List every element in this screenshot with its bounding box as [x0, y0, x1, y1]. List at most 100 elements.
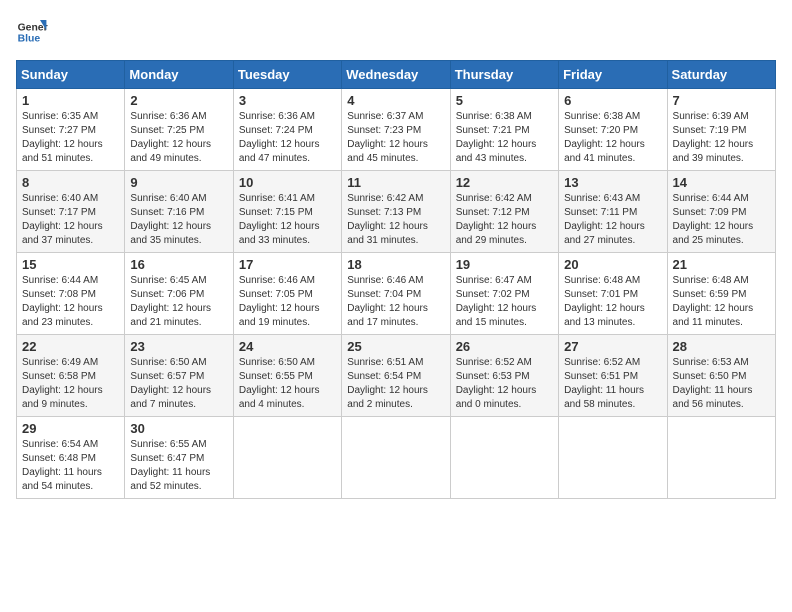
day-info: Sunrise: 6:50 AM Sunset: 6:57 PM Dayligh… — [130, 356, 227, 412]
day-info: Sunrise: 6:42 AM Sunset: 7:13 PM Dayligh… — [347, 192, 444, 248]
day-info: Sunrise: 6:49 AM Sunset: 6:58 PM Dayligh… — [22, 356, 119, 412]
day-number: 23 — [130, 339, 227, 354]
day-info: Sunrise: 6:39 AM Sunset: 7:19 PM Dayligh… — [673, 110, 770, 166]
day-info: Sunrise: 6:47 AM Sunset: 7:02 PM Dayligh… — [456, 274, 553, 330]
calendar-cell: 3 Sunrise: 6:36 AM Sunset: 7:24 PM Dayli… — [233, 89, 341, 171]
calendar-row: 22 Sunrise: 6:49 AM Sunset: 6:58 PM Dayl… — [17, 335, 776, 417]
day-number: 28 — [673, 339, 770, 354]
calendar-cell: 8 Sunrise: 6:40 AM Sunset: 7:17 PM Dayli… — [17, 171, 125, 253]
day-info: Sunrise: 6:46 AM Sunset: 7:05 PM Dayligh… — [239, 274, 336, 330]
calendar-cell: 27 Sunrise: 6:52 AM Sunset: 6:51 PM Dayl… — [559, 335, 667, 417]
weekday-header-cell: Friday — [559, 61, 667, 89]
day-info: Sunrise: 6:54 AM Sunset: 6:48 PM Dayligh… — [22, 438, 119, 494]
day-number: 19 — [456, 257, 553, 272]
calendar-cell: 28 Sunrise: 6:53 AM Sunset: 6:50 PM Dayl… — [667, 335, 775, 417]
day-number: 12 — [456, 175, 553, 190]
day-info: Sunrise: 6:41 AM Sunset: 7:15 PM Dayligh… — [239, 192, 336, 248]
day-number: 24 — [239, 339, 336, 354]
day-number: 20 — [564, 257, 661, 272]
calendar-cell: 12 Sunrise: 6:42 AM Sunset: 7:12 PM Dayl… — [450, 171, 558, 253]
calendar-cell — [559, 417, 667, 499]
day-number: 18 — [347, 257, 444, 272]
calendar-row: 1 Sunrise: 6:35 AM Sunset: 7:27 PM Dayli… — [17, 89, 776, 171]
day-info: Sunrise: 6:48 AM Sunset: 7:01 PM Dayligh… — [564, 274, 661, 330]
calendar-cell: 14 Sunrise: 6:44 AM Sunset: 7:09 PM Dayl… — [667, 171, 775, 253]
day-info: Sunrise: 6:35 AM Sunset: 7:27 PM Dayligh… — [22, 110, 119, 166]
weekday-header-cell: Tuesday — [233, 61, 341, 89]
day-info: Sunrise: 6:55 AM Sunset: 6:47 PM Dayligh… — [130, 438, 227, 494]
day-number: 1 — [22, 93, 119, 108]
day-number: 10 — [239, 175, 336, 190]
calendar-cell: 6 Sunrise: 6:38 AM Sunset: 7:20 PM Dayli… — [559, 89, 667, 171]
day-number: 21 — [673, 257, 770, 272]
day-info: Sunrise: 6:51 AM Sunset: 6:54 PM Dayligh… — [347, 356, 444, 412]
day-info: Sunrise: 6:38 AM Sunset: 7:20 PM Dayligh… — [564, 110, 661, 166]
calendar-cell — [233, 417, 341, 499]
calendar-cell: 18 Sunrise: 6:46 AM Sunset: 7:04 PM Dayl… — [342, 253, 450, 335]
day-number: 9 — [130, 175, 227, 190]
day-info: Sunrise: 6:46 AM Sunset: 7:04 PM Dayligh… — [347, 274, 444, 330]
calendar-table: SundayMondayTuesdayWednesdayThursdayFrid… — [16, 60, 776, 499]
day-number: 16 — [130, 257, 227, 272]
day-info: Sunrise: 6:40 AM Sunset: 7:17 PM Dayligh… — [22, 192, 119, 248]
day-info: Sunrise: 6:40 AM Sunset: 7:16 PM Dayligh… — [130, 192, 227, 248]
calendar-body: 1 Sunrise: 6:35 AM Sunset: 7:27 PM Dayli… — [17, 89, 776, 499]
calendar-cell — [342, 417, 450, 499]
calendar-cell: 24 Sunrise: 6:50 AM Sunset: 6:55 PM Dayl… — [233, 335, 341, 417]
calendar-cell: 30 Sunrise: 6:55 AM Sunset: 6:47 PM Dayl… — [125, 417, 233, 499]
calendar-cell: 13 Sunrise: 6:43 AM Sunset: 7:11 PM Dayl… — [559, 171, 667, 253]
calendar-cell — [667, 417, 775, 499]
calendar-cell: 11 Sunrise: 6:42 AM Sunset: 7:13 PM Dayl… — [342, 171, 450, 253]
page-header: General Blue — [16, 16, 776, 48]
day-number: 11 — [347, 175, 444, 190]
day-info: Sunrise: 6:48 AM Sunset: 6:59 PM Dayligh… — [673, 274, 770, 330]
day-number: 2 — [130, 93, 227, 108]
weekday-header-cell: Wednesday — [342, 61, 450, 89]
day-info: Sunrise: 6:36 AM Sunset: 7:24 PM Dayligh… — [239, 110, 336, 166]
logo-icon: General Blue — [16, 16, 48, 48]
day-number: 17 — [239, 257, 336, 272]
calendar-cell: 4 Sunrise: 6:37 AM Sunset: 7:23 PM Dayli… — [342, 89, 450, 171]
calendar-cell: 2 Sunrise: 6:36 AM Sunset: 7:25 PM Dayli… — [125, 89, 233, 171]
calendar-cell: 19 Sunrise: 6:47 AM Sunset: 7:02 PM Dayl… — [450, 253, 558, 335]
calendar-cell: 5 Sunrise: 6:38 AM Sunset: 7:21 PM Dayli… — [450, 89, 558, 171]
calendar-cell: 21 Sunrise: 6:48 AM Sunset: 6:59 PM Dayl… — [667, 253, 775, 335]
calendar-cell: 17 Sunrise: 6:46 AM Sunset: 7:05 PM Dayl… — [233, 253, 341, 335]
calendar-cell: 7 Sunrise: 6:39 AM Sunset: 7:19 PM Dayli… — [667, 89, 775, 171]
day-number: 22 — [22, 339, 119, 354]
weekday-header-cell: Monday — [125, 61, 233, 89]
day-number: 4 — [347, 93, 444, 108]
day-number: 27 — [564, 339, 661, 354]
day-info: Sunrise: 6:37 AM Sunset: 7:23 PM Dayligh… — [347, 110, 444, 166]
day-number: 13 — [564, 175, 661, 190]
calendar-cell: 25 Sunrise: 6:51 AM Sunset: 6:54 PM Dayl… — [342, 335, 450, 417]
calendar-cell: 22 Sunrise: 6:49 AM Sunset: 6:58 PM Dayl… — [17, 335, 125, 417]
day-info: Sunrise: 6:45 AM Sunset: 7:06 PM Dayligh… — [130, 274, 227, 330]
day-number: 15 — [22, 257, 119, 272]
weekday-header-cell: Saturday — [667, 61, 775, 89]
calendar-cell: 20 Sunrise: 6:48 AM Sunset: 7:01 PM Dayl… — [559, 253, 667, 335]
day-info: Sunrise: 6:43 AM Sunset: 7:11 PM Dayligh… — [564, 192, 661, 248]
svg-text:Blue: Blue — [18, 34, 41, 45]
calendar-row: 8 Sunrise: 6:40 AM Sunset: 7:17 PM Dayli… — [17, 171, 776, 253]
weekday-header-row: SundayMondayTuesdayWednesdayThursdayFrid… — [17, 61, 776, 89]
calendar-cell: 16 Sunrise: 6:45 AM Sunset: 7:06 PM Dayl… — [125, 253, 233, 335]
weekday-header-cell: Sunday — [17, 61, 125, 89]
day-number: 6 — [564, 93, 661, 108]
day-info: Sunrise: 6:44 AM Sunset: 7:09 PM Dayligh… — [673, 192, 770, 248]
logo: General Blue — [16, 16, 48, 48]
day-info: Sunrise: 6:52 AM Sunset: 6:53 PM Dayligh… — [456, 356, 553, 412]
day-number: 3 — [239, 93, 336, 108]
day-info: Sunrise: 6:44 AM Sunset: 7:08 PM Dayligh… — [22, 274, 119, 330]
day-number: 25 — [347, 339, 444, 354]
calendar-cell: 15 Sunrise: 6:44 AM Sunset: 7:08 PM Dayl… — [17, 253, 125, 335]
day-number: 5 — [456, 93, 553, 108]
day-info: Sunrise: 6:53 AM Sunset: 6:50 PM Dayligh… — [673, 356, 770, 412]
calendar-cell: 9 Sunrise: 6:40 AM Sunset: 7:16 PM Dayli… — [125, 171, 233, 253]
day-number: 8 — [22, 175, 119, 190]
calendar-cell: 23 Sunrise: 6:50 AM Sunset: 6:57 PM Dayl… — [125, 335, 233, 417]
weekday-header-cell: Thursday — [450, 61, 558, 89]
day-number: 14 — [673, 175, 770, 190]
calendar-cell: 10 Sunrise: 6:41 AM Sunset: 7:15 PM Dayl… — [233, 171, 341, 253]
calendar-cell: 1 Sunrise: 6:35 AM Sunset: 7:27 PM Dayli… — [17, 89, 125, 171]
